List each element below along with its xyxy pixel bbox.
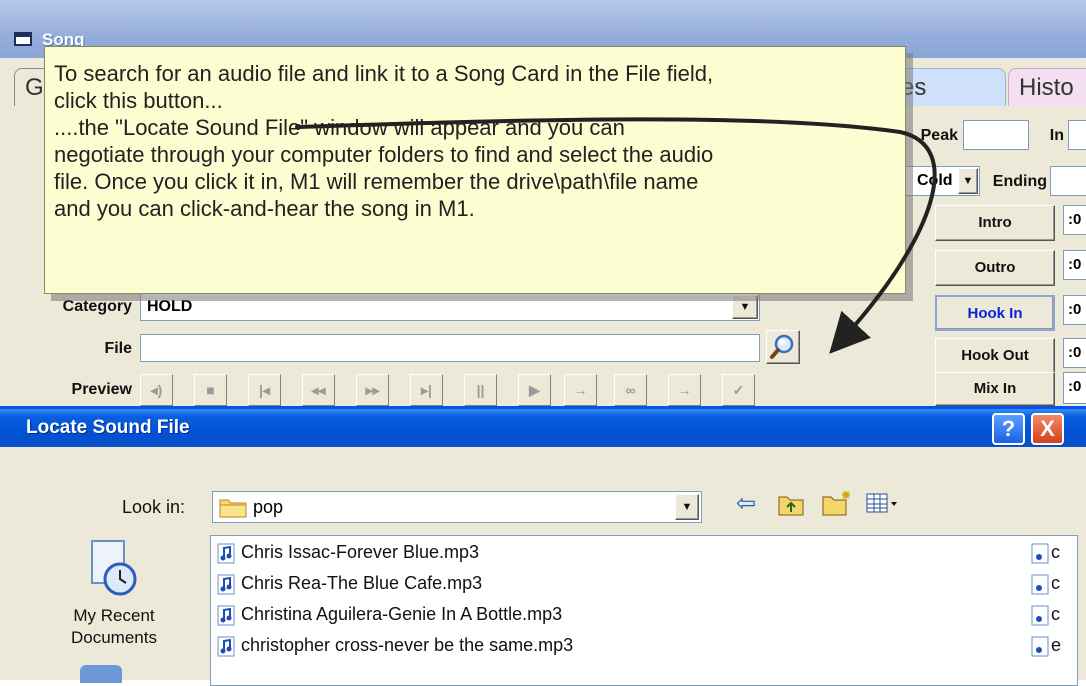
audio-file-icon [217, 605, 235, 626]
audio-file-icon [217, 574, 235, 595]
audio-file-icon [217, 543, 235, 564]
desktop-place-icon[interactable] [80, 665, 122, 683]
file-name-partial: c [1051, 573, 1060, 593]
file-name-partial: e [1051, 635, 1062, 655]
dialog-title: Locate Sound File [26, 417, 190, 438]
folder-icon [219, 499, 247, 518]
file-name: Chris Issac-Forever Blue.mp3 [241, 542, 480, 562]
list-item[interactable]: Christina Aguilera-Genie In A Bottle.mp3 [217, 600, 562, 628]
list-item[interactable]: christopher cross-never be the same.mp3 [217, 631, 573, 659]
look-in-value: pop [253, 497, 284, 517]
recent-documents-label-line2: Documents [71, 628, 157, 647]
file-name-partial: c [1051, 604, 1060, 624]
up-folder-icon[interactable] [778, 493, 804, 517]
file-name: Christina Aguilera-Genie In A Bottle.mp3 [241, 604, 563, 624]
list-item[interactable]: Chris Rea-The Blue Cafe.mp3 [217, 569, 482, 597]
recent-documents-icon[interactable] [82, 539, 140, 597]
list-item-col2[interactable]: c [1031, 538, 1060, 566]
list-item[interactable]: Chris Issac-Forever Blue.mp3 [217, 538, 479, 566]
help-button[interactable]: ? [992, 413, 1025, 445]
list-item-col2[interactable]: c [1031, 569, 1060, 597]
list-item-col2[interactable]: e [1031, 631, 1061, 659]
look-in-select[interactable]: pop ▼ [212, 491, 702, 523]
file-name: christopher cross-never be the same.mp3 [241, 635, 574, 655]
locate-sound-file-dialog: Locate Sound File ? X Look in: pop ▼ ⇦ M… [0, 406, 1086, 686]
recent-documents-label-line1: My Recent [73, 606, 155, 625]
look-in-dropdown-button[interactable]: ▼ [675, 494, 699, 520]
file-name-partial: c [1051, 542, 1060, 562]
back-icon[interactable]: ⇦ [736, 489, 756, 518]
recent-documents-label[interactable]: My Recent Documents [58, 605, 170, 649]
audio-file-icon [1031, 605, 1049, 626]
close-button[interactable]: X [1031, 413, 1064, 445]
look-in-label: Look in: [122, 497, 186, 517]
audio-file-icon [217, 636, 235, 657]
new-folder-icon[interactable] [822, 489, 852, 517]
audio-file-icon [1031, 543, 1049, 564]
list-item-col2[interactable]: c [1031, 600, 1060, 628]
file-list[interactable]: Chris Issac-Forever Blue.mp3 Chris Rea-T… [210, 535, 1078, 686]
view-menu-icon[interactable] [866, 493, 902, 515]
file-name: Chris Rea-The Blue Cafe.mp3 [241, 573, 483, 593]
audio-file-icon [1031, 636, 1049, 657]
audio-file-icon [1031, 574, 1049, 595]
